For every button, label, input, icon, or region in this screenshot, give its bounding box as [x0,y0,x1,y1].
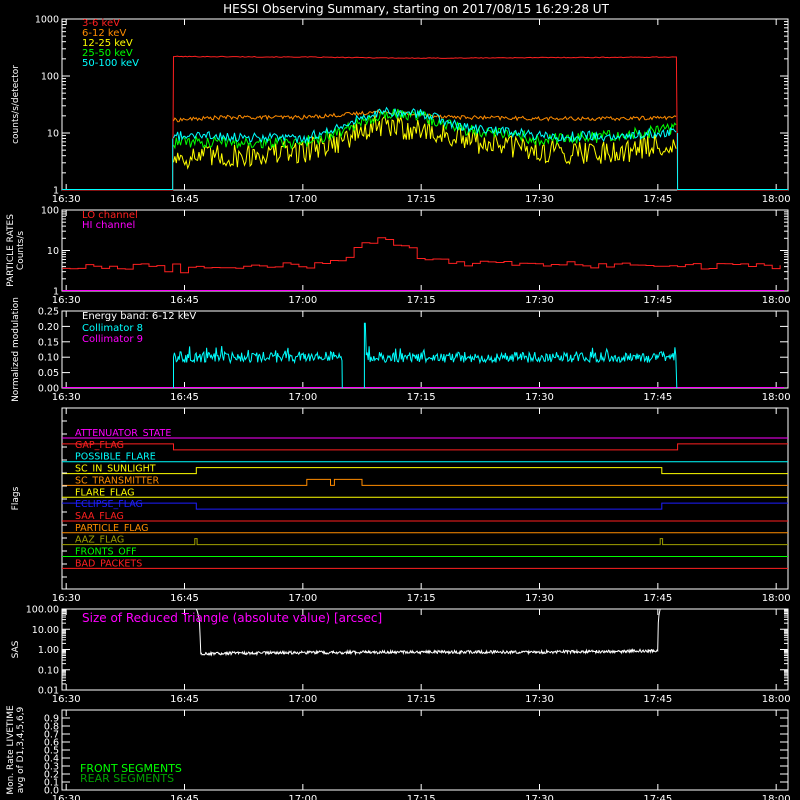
legend-entry: HI channel [82,220,135,231]
sas-x-tick-label: 17:45 [643,694,672,705]
series-line-Collimator-8 [173,345,343,389]
flag-label: GAP_FLAG [75,440,124,451]
count-rates-x-tick-label: 17:00 [288,194,317,205]
hessi-summary-plot: HESSI Observing Summary, starting on 201… [0,0,800,800]
plot-layer: 16:30 16:45 17:00 17:15 17:30 17:45 18:00 count… [6,15,791,800]
flag-line-GAP_FLAG [62,443,788,451]
count-rates-frame [61,18,789,191]
count-rates-y-tick-label: 100 [41,72,59,83]
flag-line-AAZ_FLAG [62,538,788,546]
modulation-x-tick-label: 17:45 [643,392,672,403]
particle-rates-x-tick-label: 17:00 [288,295,317,306]
livetime-x-tick-label: 17:45 [643,794,672,800]
flags-x-tick-label: 17:30 [525,593,554,604]
modulation-y-tick-label: 0.00 [38,384,59,395]
count-rates-x-tick-label: 18:00 [762,194,791,205]
livetime-y-label: avg of D1,3,4,5,6,9 [16,706,26,793]
particle-rates-x-tick-label: 17:15 [407,295,436,306]
sas-y-tick-label: 0.01 [38,686,59,697]
sas-y-tick-label: 10.00 [32,625,59,636]
flag-line-SC_TRANSMITTER [62,478,788,486]
flag-label: POSSIBLE_FLARE [75,452,156,463]
legend-entry: 50-100 keV [82,58,139,69]
modulation-frame [61,310,789,389]
series-line-Collimator-8 [363,322,678,389]
flag-line-ECLIPSE_FLAG [62,502,788,510]
energy-band-annotation: Energy band: 6-12 keV [82,311,196,322]
modulation-y-label: Normalized modulation [11,297,21,402]
flags-x-tick-label: 16:30 [52,593,81,604]
particle-rates-y-tick-label: 100 [41,206,59,217]
flags-x-tick-label: 17:00 [288,593,317,604]
particle-rates-x-tick-label: 16:45 [170,295,199,306]
particle-rates-x-tick-label: 18:00 [762,295,791,306]
flag-label: PARTICLE_FLAG [75,523,148,534]
flags-y-label: Flags [11,486,21,510]
sas-x-tick-label: 17:15 [407,694,436,705]
sas-x-tick-label: 17:00 [288,694,317,705]
count-rates-y-tick-label: 1000 [35,15,59,26]
count-rates-x-tick-label: 16:45 [170,194,199,205]
series-line-12-25-keV [173,114,677,170]
sas-x-tick-label: 17:30 [525,694,554,705]
flag-label: SC_TRANSMITTER [75,475,160,486]
flag-label: ECLIPSE_FLAG [75,499,143,510]
modulation-x-tick-label: 17:15 [407,392,436,403]
flag-label: SC_IN_SUNLIGHT [75,464,156,475]
flag-label: FRONTS_OFF [75,547,137,558]
modulation-x-tick-label: 17:30 [525,392,554,403]
flag-line-SC_IN_SUNLIGHT [62,467,788,475]
sas-x-tick-label: 16:45 [170,694,199,705]
count-rates-y-tick-label: 1 [53,186,59,197]
sas-y-tick-label: 1.00 [38,645,59,656]
flags-x-tick-label: 18:00 [762,593,791,604]
modulation-y-tick-label: 0.20 [38,322,59,333]
particle-rates-y-label: Counts/s [16,231,26,270]
particle-rates-frame [61,209,789,292]
particle-rates-x-tick-label: 17:30 [525,295,554,306]
sas-y-tick-label: 0.10 [38,665,59,676]
flag-label: SAA_FLAG [75,511,124,522]
livetime-y-label: Mon. Rate LIVETIME [6,705,16,795]
count-rates-x-tick-label: 17:15 [407,194,436,205]
series-line-3-6-keV [62,55,788,191]
modulation-y-tick-label: 0.25 [38,307,59,318]
livetime-y-tick-label: 0.9 [44,714,59,725]
sas-y-label: SAS [11,640,21,658]
particle-rates-x-tick-label: 17:45 [643,295,672,306]
page-title: HESSI Observing Summary, starting on 201… [223,2,609,16]
sas-annotation: Size of Reduced Triangle (absolute value… [82,611,382,625]
modulation-x-tick-label: 18:00 [762,392,791,403]
livetime-x-tick-label: 17:15 [407,794,436,800]
sas-x-tick-label: 18:00 [762,694,791,705]
modulation-x-tick-label: 17:00 [288,392,317,403]
modulation-y-tick-label: 0.05 [38,368,59,379]
count-rates-x-tick-label: 17:30 [525,194,554,205]
series-line-LO-channel [62,237,781,274]
legend-entry: Collimator 8 [82,323,143,334]
flags-x-tick-label: 17:15 [407,593,436,604]
modulation-x-tick-label: 16:45 [170,392,199,403]
count-rates-x-tick-label: 17:45 [643,194,672,205]
flag-label: FLARE_FLAG [75,487,135,498]
livetime-x-tick-label: 17:30 [525,794,554,800]
livetime-x-tick-label: 16:45 [170,794,199,800]
count-rates-y-label: counts/s/detector [11,65,21,144]
flags-x-tick-label: 17:45 [643,593,672,604]
livetime-x-tick-label: 18:00 [762,794,791,800]
modulation-y-tick-label: 0.10 [38,353,59,364]
legend-entry: Collimator 9 [82,334,143,345]
livetime-x-tick-label: 17:00 [288,794,317,800]
particle-rates-y-label: PARTICLE RATES [6,214,16,287]
legend-entry: REAR SEGMENTS [80,772,174,785]
sas-y-tick-label: 100.00 [26,605,59,616]
modulation-y-tick-label: 0.15 [38,337,59,348]
flag-label: ATTENUATOR_STATE [75,428,171,439]
flag-label: BAD_PACKETS [75,558,142,569]
particle-rates-y-tick-label: 1 [53,287,59,298]
particle-rates-y-tick-label: 10 [47,246,59,257]
flags-x-tick-label: 16:45 [170,593,199,604]
count-rates-y-tick-label: 10 [47,129,59,140]
flag-label: AAZ_FLAG [75,535,124,546]
